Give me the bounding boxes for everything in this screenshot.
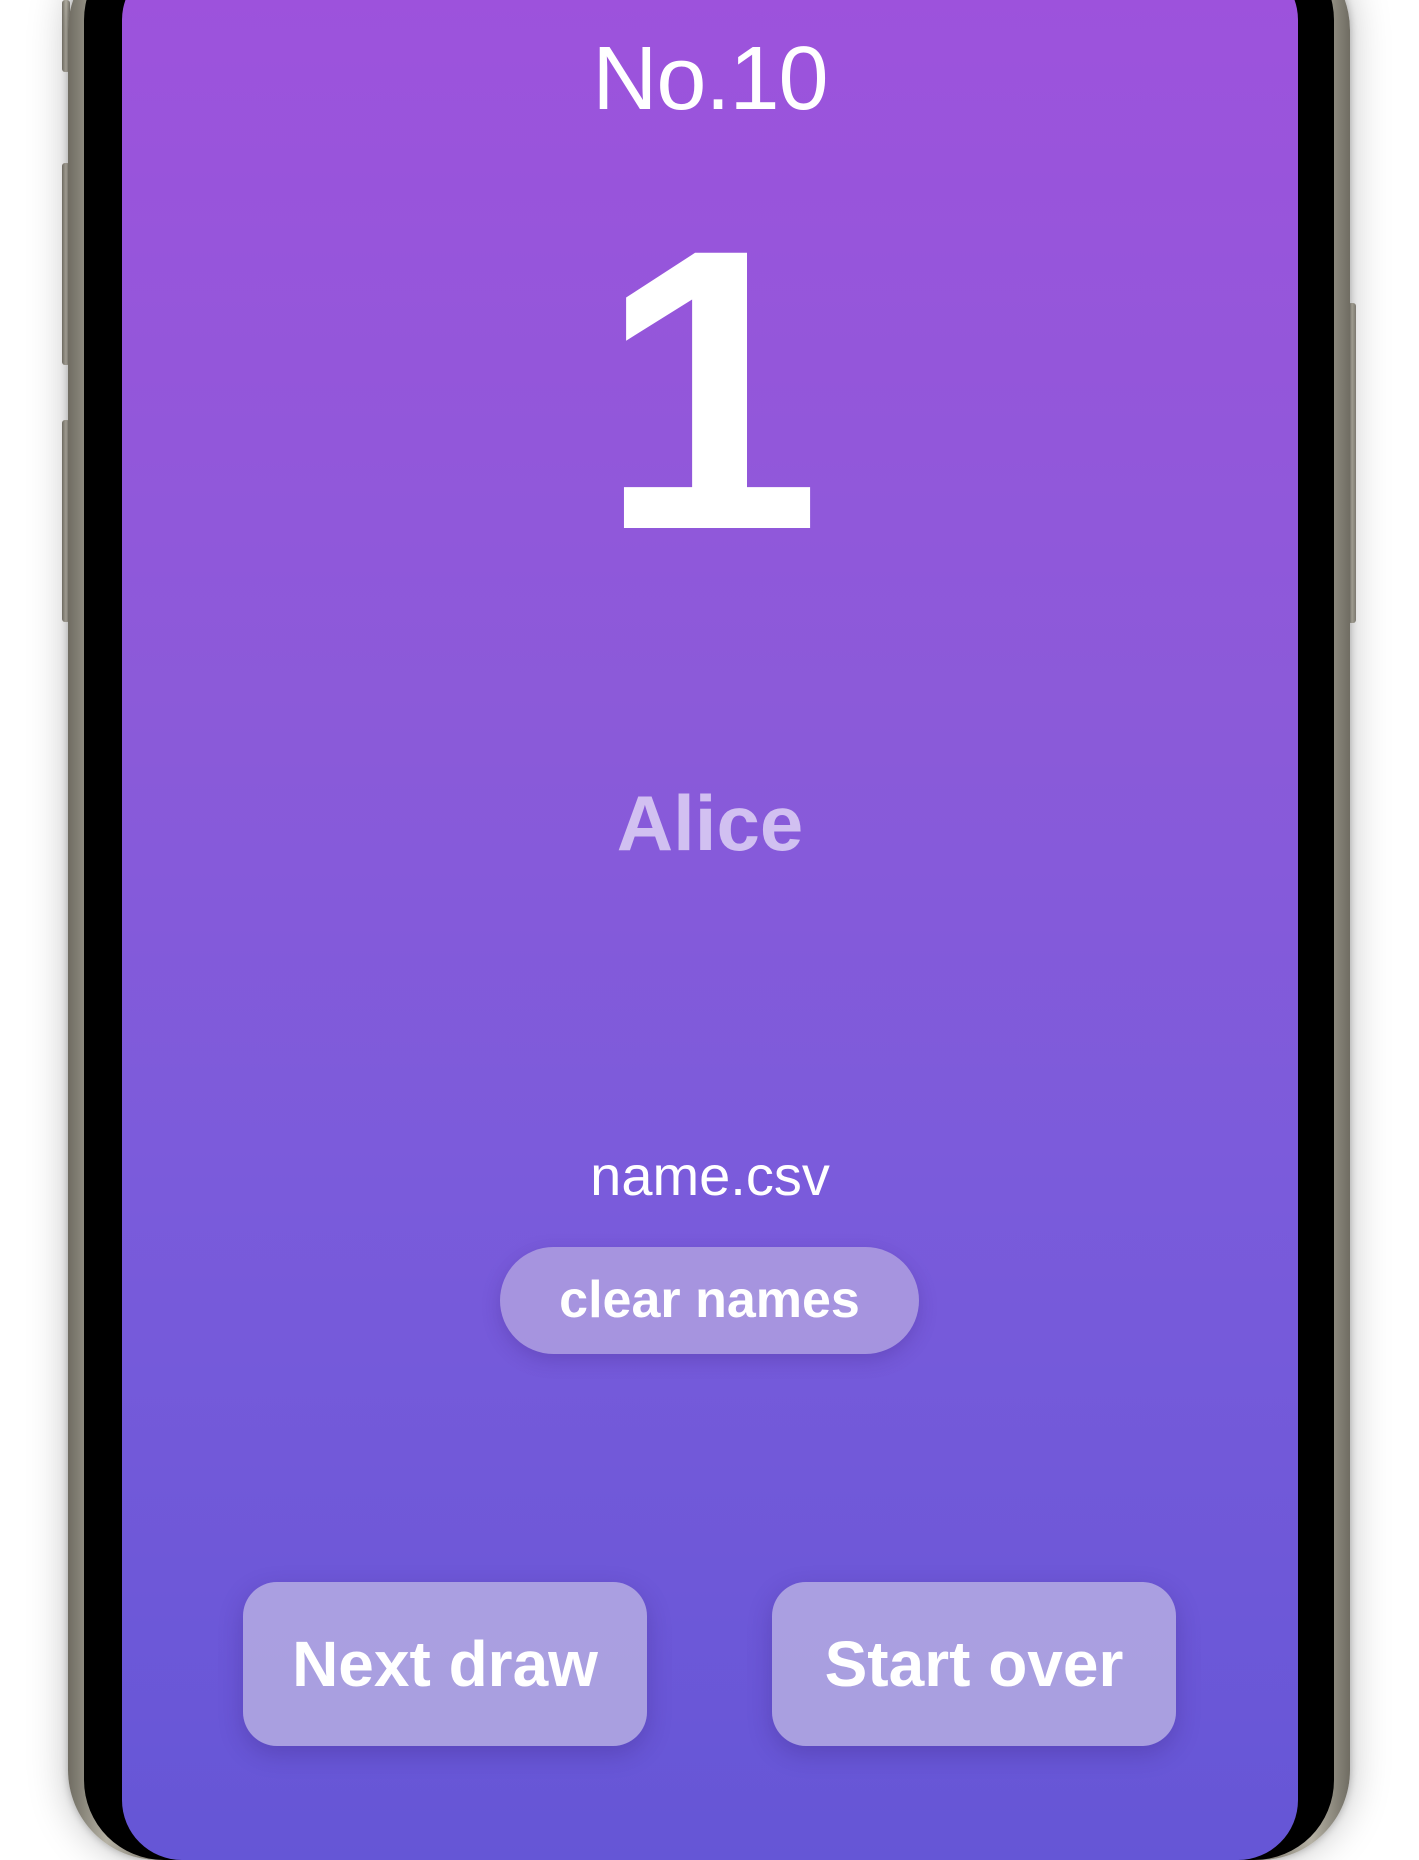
drawn-name: Alice bbox=[616, 779, 804, 867]
start-over-button[interactable]: Start over bbox=[772, 1582, 1176, 1746]
file-name: name.csv bbox=[590, 1144, 830, 1207]
drawn-number: 1 bbox=[598, 166, 822, 613]
draw-number-title: No.10 bbox=[592, 29, 828, 129]
app-screen: No.10 1 Alice name.csv clear names Next … bbox=[122, 0, 1298, 1860]
clear-names-button[interactable]: clear names bbox=[500, 1247, 919, 1354]
next-draw-button[interactable]: Next draw bbox=[243, 1582, 647, 1746]
